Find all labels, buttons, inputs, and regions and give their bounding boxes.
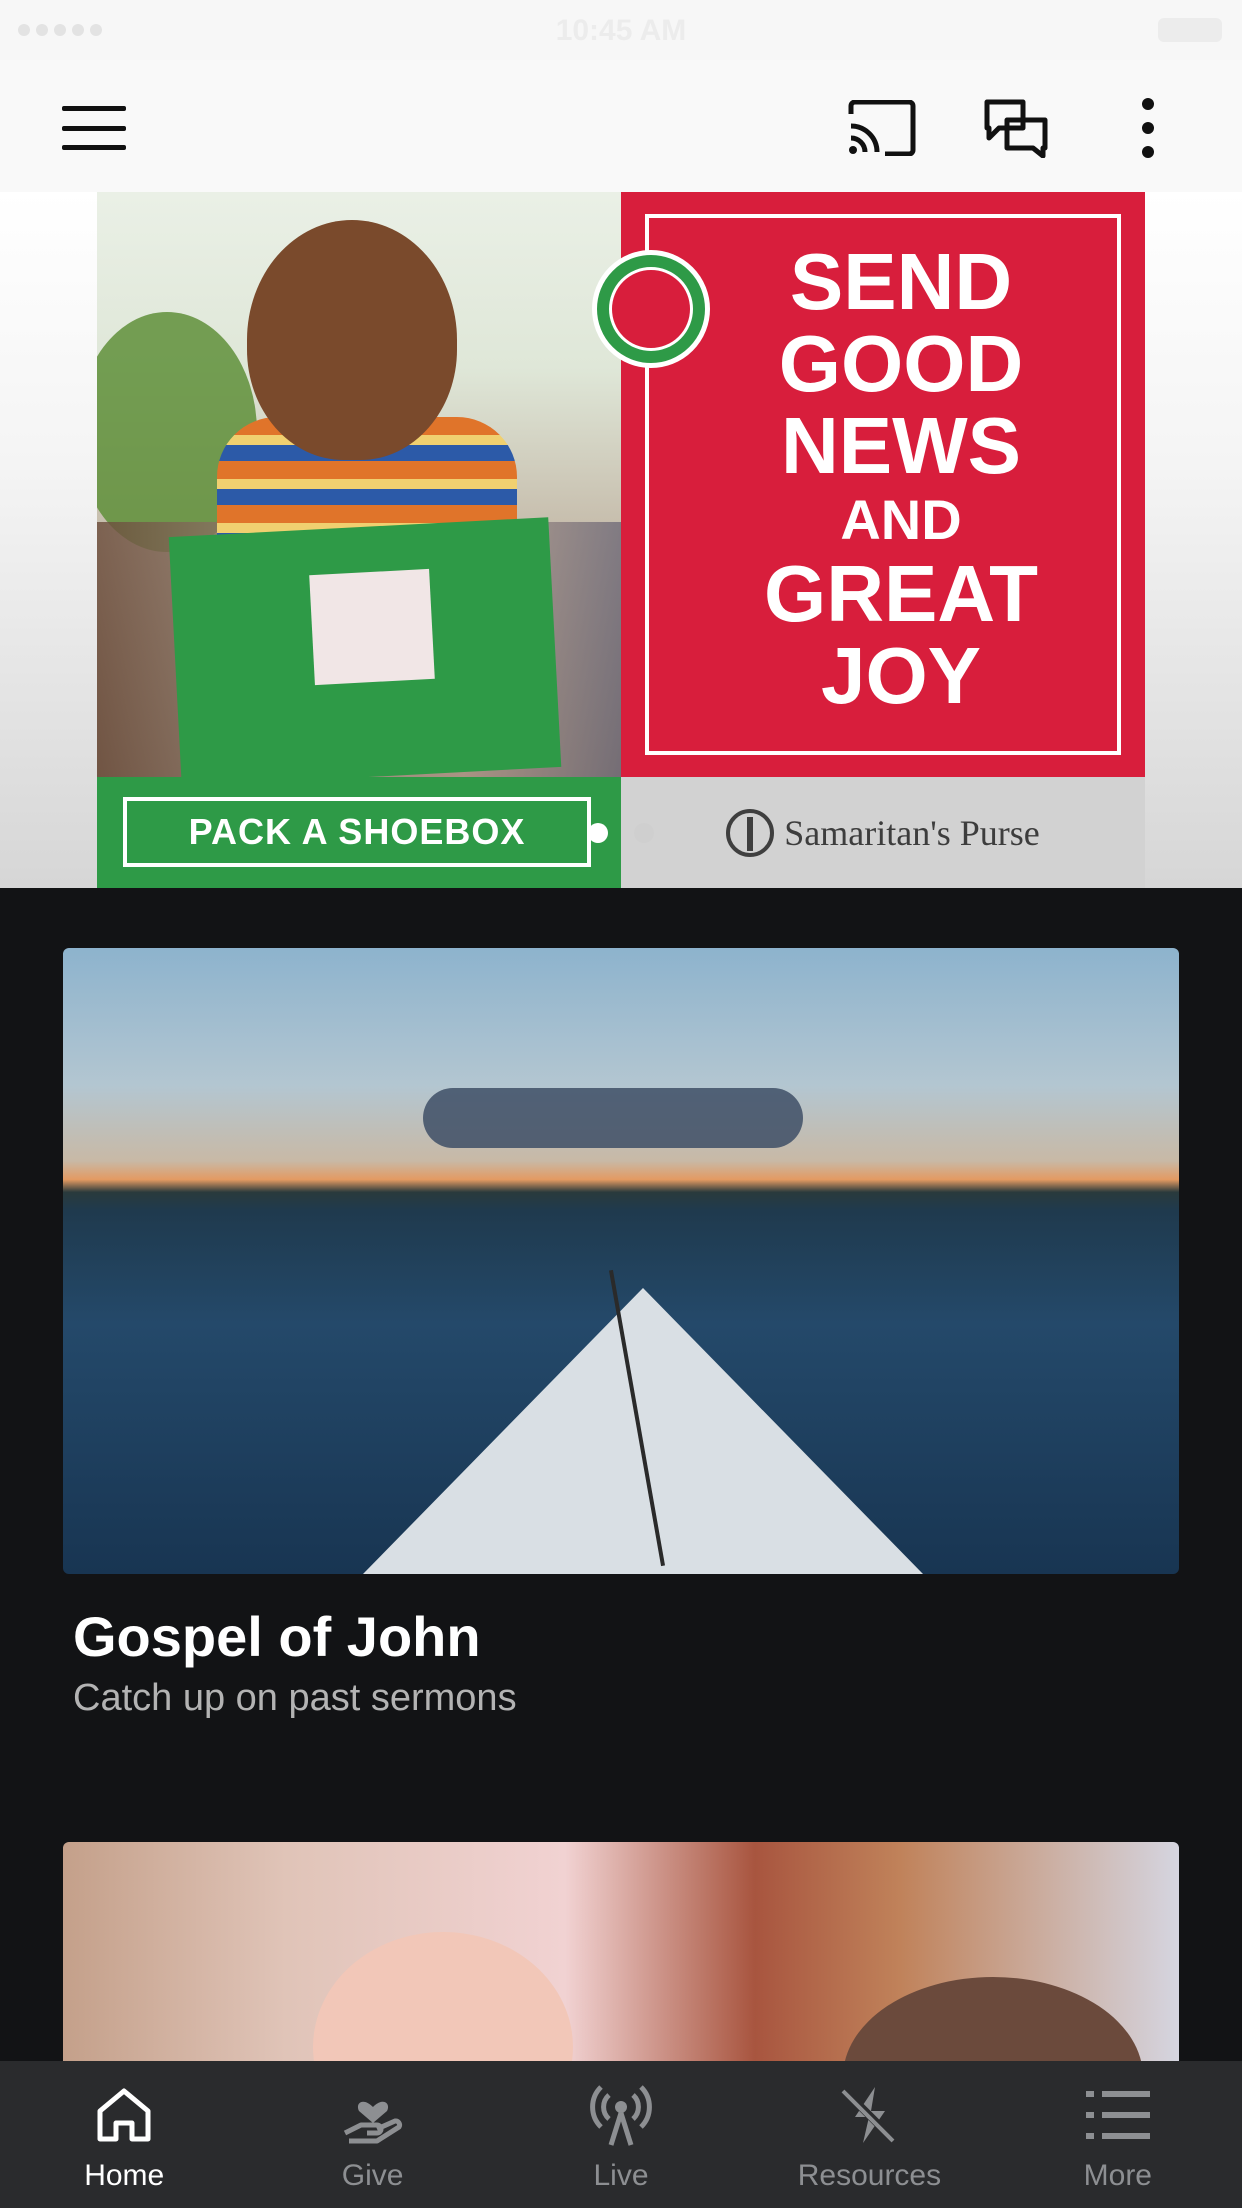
- tab-label: Give: [341, 2159, 404, 2192]
- hamburger-menu-icon: [62, 106, 126, 150]
- pack-a-shoebox-label: PACK A SHOEBOX: [123, 797, 591, 867]
- samaritans-purse-logo: Samaritan's Purse: [621, 777, 1145, 888]
- tab-live[interactable]: Live: [497, 2061, 745, 2208]
- headline-line: AND: [840, 488, 962, 551]
- list-icon: [1084, 2081, 1152, 2149]
- chat-button[interactable]: [978, 90, 1054, 166]
- tab-resources[interactable]: Resources: [745, 2061, 993, 2208]
- headline-line: NEWS: [781, 401, 1021, 490]
- tab-more[interactable]: More: [994, 2061, 1242, 2208]
- cast-icon: [848, 100, 916, 156]
- cross-globe-icon: [726, 808, 775, 857]
- status-time: 10:45 AM: [555, 14, 687, 47]
- status-bar: 10:45 AM: [0, 0, 1242, 60]
- hero-headline: SEND GOOD NEWS AND GREAT JOY: [681, 242, 1121, 718]
- hero-photo: [97, 192, 621, 777]
- tab-label: Live: [593, 2159, 649, 2192]
- carousel-dot-active[interactable]: [588, 823, 608, 843]
- cast-button[interactable]: [844, 90, 920, 166]
- resources-icon: [835, 2081, 903, 2149]
- headline-line: SEND: [789, 237, 1013, 326]
- tab-label: Resources: [797, 2159, 942, 2192]
- pack-a-shoebox-banner[interactable]: PACK A SHOEBOX: [97, 777, 621, 888]
- bottom-tab-bar: Home Give Live Resources More: [0, 2061, 1242, 2208]
- content-card-gospel-of-john[interactable]: Gospel of John Catch up on past sermons: [63, 948, 1179, 1720]
- card-subtitle: Catch up on past sermons: [73, 1677, 517, 1719]
- kebab-menu-icon: [1142, 98, 1154, 158]
- headline-line: JOY: [820, 631, 982, 720]
- live-broadcast-icon: [587, 2081, 655, 2149]
- top-app-bar: [0, 60, 1242, 192]
- tab-label: More: [1083, 2159, 1152, 2192]
- battery-icon: [1158, 18, 1222, 42]
- carousel-pagination: [588, 823, 654, 843]
- tab-give[interactable]: Give: [248, 2061, 496, 2208]
- carousel-dot[interactable]: [634, 823, 654, 843]
- hero-carousel[interactable]: PACK A SHOEBOX SEND GOOD NEWS AND GREAT …: [0, 192, 1242, 888]
- brand-name: Samaritan's Purse: [784, 812, 1040, 853]
- home-icon: [90, 2081, 158, 2149]
- give-icon: [339, 2081, 407, 2149]
- card-image-kayak-lake: [63, 948, 1179, 1574]
- menu-button[interactable]: [56, 90, 132, 166]
- tab-label: Home: [84, 2159, 165, 2192]
- headline-line: GOOD: [778, 319, 1024, 408]
- card-title: Gospel of John: [73, 1605, 481, 1668]
- tab-home[interactable]: Home: [0, 2061, 248, 2208]
- chat-icon: [984, 99, 1048, 158]
- operation-christmas-child-logo: [592, 250, 710, 368]
- headline-line: GREAT: [763, 549, 1039, 638]
- overflow-menu-button[interactable]: [1110, 90, 1186, 166]
